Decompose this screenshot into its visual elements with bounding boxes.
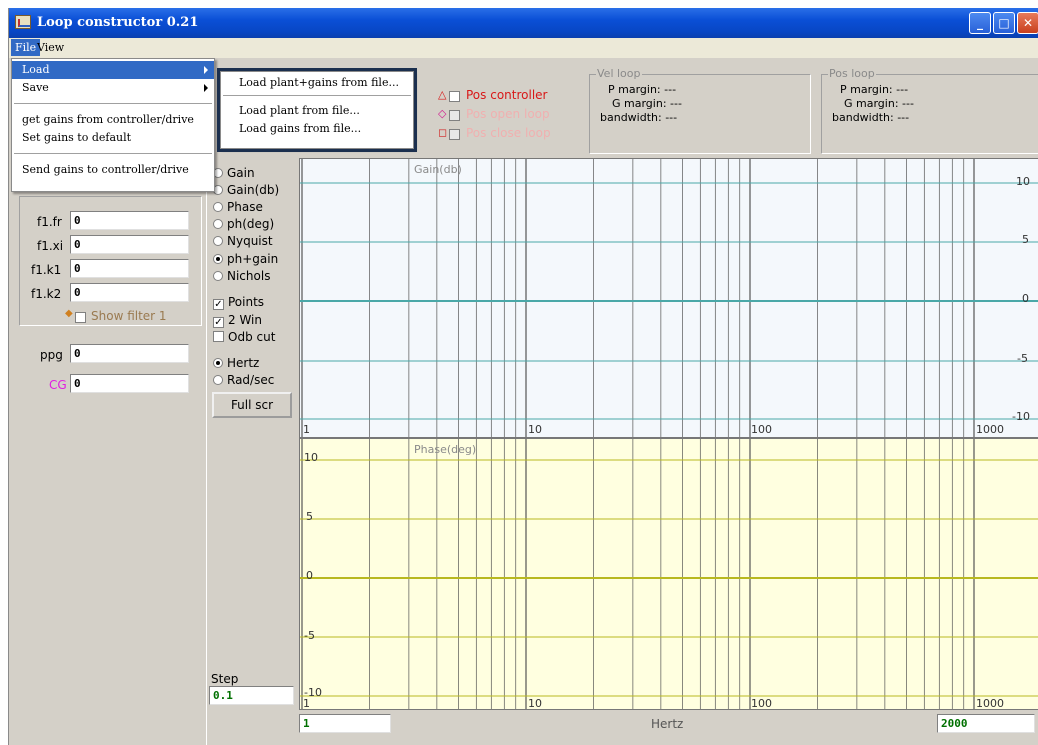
- step-label: Step: [211, 672, 239, 686]
- phase-plot-title: Phase(deg): [414, 443, 477, 456]
- gain-ytick: 10: [1016, 175, 1030, 188]
- menu-item-save[interactable]: Save: [12, 79, 214, 97]
- gain-grid: [300, 159, 1038, 437]
- pos-close-loop-label: Pos close loop: [466, 126, 551, 140]
- pos-g-margin: G margin: ---: [844, 97, 914, 110]
- opt-gain-db[interactable]: Gain(db): [213, 182, 279, 198]
- menu-item-get-gains[interactable]: get gains from controller/drive: [12, 111, 194, 129]
- gain-plot[interactable]: Gain(db) 10 5 0 -5 -10 1 10 100 1000: [299, 158, 1038, 438]
- f1-k2-input[interactable]: 0: [70, 283, 189, 302]
- cg-input[interactable]: 0: [70, 374, 189, 393]
- x-max-input[interactable]: 2000: [937, 714, 1035, 733]
- pos-open-loop-label: Pos open loop: [466, 107, 550, 121]
- pos-bandwidth: bandwidth: ---: [832, 111, 910, 124]
- x-range-bar: 1 Hertz 2000: [299, 710, 1038, 745]
- opt-points[interactable]: ✓ Points: [213, 294, 264, 310]
- submenu-highlight-frame: [217, 68, 417, 152]
- file-menu: Load Save get gains from controller/driv…: [11, 58, 215, 192]
- diamond-marker-icon: ◇: [438, 107, 447, 120]
- phase-xtick: 1000: [976, 697, 1004, 710]
- app-icon: [15, 15, 31, 29]
- step-input[interactable]: 0.1: [209, 686, 294, 705]
- opt-nichols[interactable]: Nichols: [213, 268, 270, 284]
- square-marker-icon: ◻: [438, 126, 448, 139]
- title-bar: Loop constructor 0.21 _ □ ✕: [9, 8, 1038, 38]
- phase-grid: [300, 439, 1038, 709]
- pos-p-margin: P margin: ---: [840, 83, 909, 96]
- menu-item-load[interactable]: Load: [12, 61, 214, 79]
- triangle-marker-icon: △: [438, 88, 447, 101]
- gain-xtick: 100: [751, 423, 772, 436]
- show-filter-label: Show filter 1: [91, 309, 167, 323]
- maximize-button[interactable]: □: [993, 12, 1015, 34]
- full-screen-button[interactable]: Full scr: [212, 392, 292, 418]
- phase-xtick: 100: [751, 697, 772, 710]
- display-options: Gain Gain(db) Phase ph(deg) Nyquist ph+g…: [206, 158, 299, 745]
- opt-2win[interactable]: ✓ 2 Win: [213, 312, 262, 328]
- app-window: Loop constructor 0.21 _ □ ✕ File View f1…: [8, 8, 1038, 745]
- menu-item-set-default[interactable]: Set gains to default: [12, 129, 131, 147]
- pos-controller-label: Pos controller: [466, 88, 548, 102]
- x-axis-label: Hertz: [651, 717, 684, 731]
- f1-xi-label: f1.xi: [37, 239, 64, 253]
- gain-ytick: -5: [1017, 352, 1028, 365]
- menu-view[interactable]: View: [33, 41, 68, 54]
- ppg-label: ppg: [40, 348, 63, 362]
- gain-xtick: 1000: [976, 423, 1004, 436]
- phase-ytick: 10: [304, 451, 318, 464]
- menu-bar: File View: [9, 38, 1038, 58]
- opt-hertz[interactable]: Hertz: [213, 355, 259, 371]
- filter-marker-icon: ◆: [65, 308, 73, 319]
- vel-p-margin: P margin: ---: [608, 83, 677, 96]
- gain-ytick: 5: [1022, 233, 1029, 246]
- pos-close-loop-checkbox[interactable]: [449, 129, 460, 140]
- opt-ph-deg[interactable]: ph(deg): [213, 216, 274, 232]
- f1-fr-label: f1.fr: [37, 215, 62, 229]
- gain-xtick: 10: [528, 423, 542, 436]
- show-filter-checkbox[interactable]: [75, 312, 86, 323]
- pos-open-loop-checkbox[interactable]: [449, 110, 460, 121]
- vel-g-margin: G margin: ---: [612, 97, 682, 110]
- opt-nyquist[interactable]: Nyquist: [213, 233, 273, 249]
- vel-loop-group: Vel loop P margin: --- G margin: --- ban…: [589, 67, 811, 154]
- pos-loop-group: Pos loop P margin: --- G margin: --- ban…: [821, 67, 1038, 154]
- pos-controller-checkbox[interactable]: [449, 91, 460, 102]
- x-min-input[interactable]: 1: [299, 714, 391, 733]
- menu-item-send-gains[interactable]: Send gains to controller/drive: [12, 161, 189, 179]
- opt-ph-gain[interactable]: ph+gain: [213, 251, 278, 267]
- f1-xi-input[interactable]: 0: [70, 235, 189, 254]
- menu-separator: [14, 153, 212, 154]
- phase-ytick: 0: [306, 569, 313, 582]
- phase-xtick: 10: [528, 697, 542, 710]
- opt-rad-sec[interactable]: Rad/sec: [213, 372, 274, 388]
- f1-fr-input[interactable]: 0: [70, 211, 189, 230]
- gain-plot-title: Gain(db): [414, 163, 462, 176]
- gain-xtick: 1: [303, 423, 310, 436]
- f1-k2-label: f1.k2: [31, 287, 62, 301]
- f1-k1-input[interactable]: 0: [70, 259, 189, 278]
- close-button[interactable]: ✕: [1017, 12, 1038, 34]
- gain-ytick: 0: [1022, 292, 1029, 305]
- pos-loop-title: Pos loop: [828, 67, 876, 80]
- ppg-input[interactable]: 0: [70, 344, 189, 363]
- cg-label: CG: [49, 378, 67, 392]
- opt-gain[interactable]: Gain: [213, 165, 255, 181]
- phase-plot[interactable]: Phase(deg) 10 5 0 -5 -10 1 10 100 1000: [299, 438, 1038, 710]
- window-title: Loop constructor 0.21: [37, 15, 199, 30]
- minimize-button[interactable]: _: [969, 12, 991, 34]
- phase-ytick: 5: [306, 510, 313, 523]
- f1-k1-label: f1.k1: [31, 263, 62, 277]
- vel-loop-title: Vel loop: [596, 67, 642, 80]
- phase-xtick: 1: [303, 697, 310, 710]
- opt-odb-cut[interactable]: Odb cut: [213, 329, 275, 345]
- gain-ytick: -10: [1012, 410, 1030, 423]
- opt-phase[interactable]: Phase: [213, 199, 263, 215]
- phase-ytick: -5: [304, 629, 315, 642]
- vel-bandwidth: bandwidth: ---: [600, 111, 678, 124]
- menu-separator: [14, 103, 212, 104]
